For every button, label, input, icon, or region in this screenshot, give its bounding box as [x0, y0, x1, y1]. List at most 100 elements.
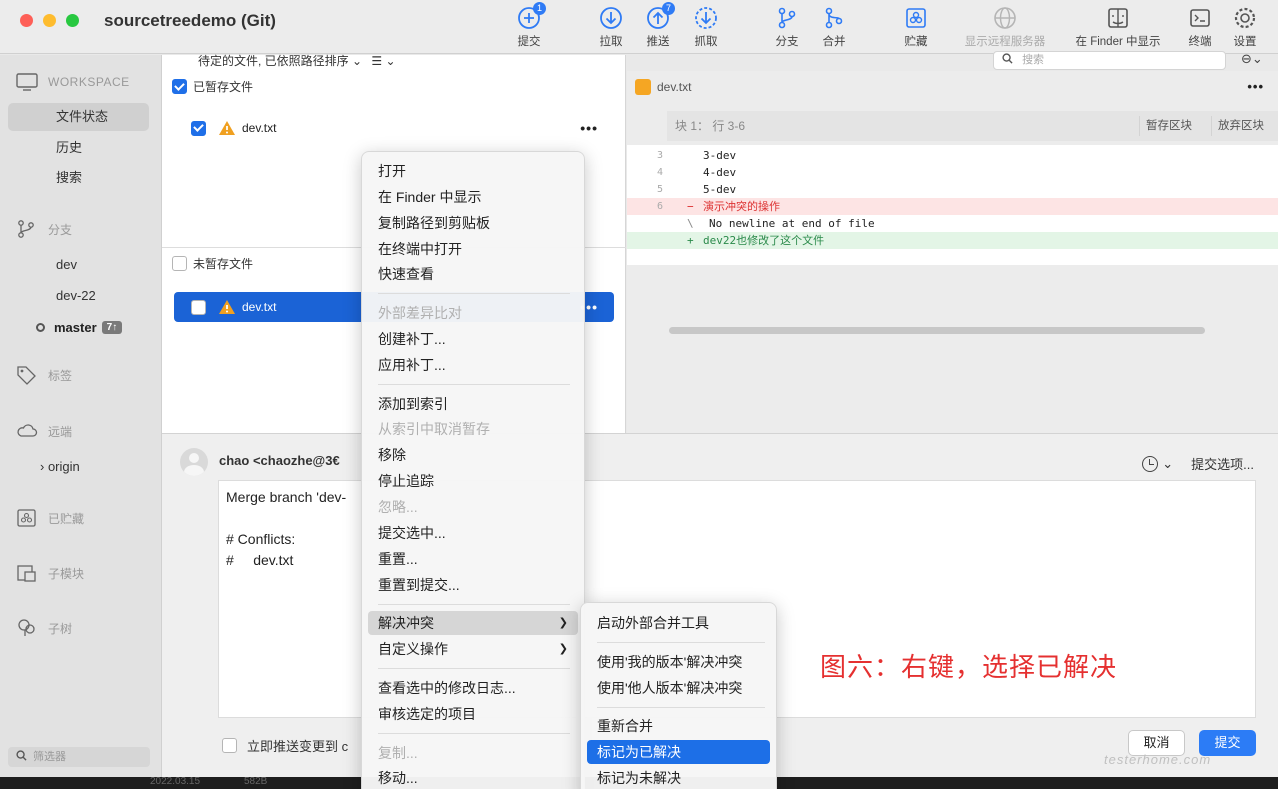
- line-marker: \: [687, 217, 694, 230]
- menu-item-open[interactable]: 打开: [368, 159, 578, 183]
- remotes-header[interactable]: 远端: [16, 419, 72, 443]
- menu-item-show-in-finder[interactable]: 在 Finder 中显示: [368, 185, 578, 209]
- subtrees-header[interactable]: 子树: [16, 616, 72, 640]
- menu-item-copy[interactable]: 复制...: [368, 741, 578, 765]
- fetch-icon: [695, 7, 717, 29]
- menu-item-quick-look[interactable]: 快速查看: [368, 262, 578, 286]
- more-icon[interactable]: •••: [580, 120, 598, 136]
- tags-header[interactable]: 标签: [16, 363, 72, 387]
- commit-author[interactable]: chao <chaozhe@3€: [219, 453, 340, 468]
- hunk-header: 块 1： 行 3-6 暂存区块 放弃区块: [667, 111, 1278, 141]
- history-clock-icon[interactable]: [1142, 455, 1159, 472]
- horizontal-scrollbar[interactable]: [669, 327, 1205, 334]
- staged-file-checkbox[interactable]: [191, 120, 206, 136]
- subtrees-label: 子树: [48, 621, 73, 636]
- submenu-item-mark-resolved[interactable]: 标记为已解决: [587, 740, 770, 764]
- tag-icon: [17, 366, 36, 385]
- sort-dropdown[interactable]: 待定的文件, 已依照路径排序 ⌄ ☰ ⌄: [162, 55, 626, 73]
- sidebar-filter-input[interactable]: 筛选器: [8, 747, 150, 767]
- stashes-header[interactable]: 已贮藏: [16, 506, 84, 530]
- branches-header[interactable]: 分支: [16, 217, 72, 241]
- stash-button[interactable]: 贮藏: [884, 2, 948, 52]
- commit-button[interactable]: 1 提交: [497, 2, 561, 52]
- list-view-icon[interactable]: ☰ ⌄: [371, 54, 395, 68]
- submenu-item-resolve-theirs[interactable]: 使用'他人版本'解决冲突: [587, 676, 770, 700]
- menu-item-custom-actions[interactable]: 自定义操作 ❯: [368, 637, 578, 661]
- menu-item-log-selected[interactable]: 查看选中的修改日志...: [368, 676, 578, 700]
- sidebar-item-history[interactable]: 历史: [8, 134, 149, 162]
- fetch-button[interactable]: 抓取: [674, 2, 738, 52]
- menu-item-remove[interactable]: 移除: [368, 443, 578, 467]
- menu-item-commit-selected[interactable]: 提交选中...: [368, 521, 578, 545]
- show-remote-button[interactable]: 显示远程服务器: [962, 2, 1048, 52]
- stage-hunk-button[interactable]: 暂存区块: [1139, 116, 1198, 136]
- staged-file-name: dev.txt: [242, 121, 277, 135]
- menu-item-reset[interactable]: 重置...: [368, 547, 578, 571]
- sidebar-item-search[interactable]: 搜索: [8, 164, 149, 192]
- menu-item-add-to-index[interactable]: 添加到索引: [368, 392, 578, 416]
- finder-icon: [1108, 8, 1128, 28]
- push-immediately-option[interactable]: 立即推送变更到 c: [222, 736, 348, 755]
- commit-label: 提交: [517, 36, 541, 48]
- unstaged-files-header[interactable]: 未暂存文件: [172, 255, 253, 272]
- search-input[interactable]: 搜索: [993, 51, 1226, 70]
- sidebar-item-file-status[interactable]: 文件状态: [8, 103, 149, 131]
- submodules-label: 子模块: [48, 566, 85, 581]
- merge-button[interactable]: 合并: [802, 2, 866, 52]
- menu-item-review-selected[interactable]: 审核选定的项目: [368, 702, 578, 726]
- minimize-window-button[interactable]: [43, 14, 56, 27]
- menu-item-apply-patch[interactable]: 应用补丁...: [368, 353, 578, 377]
- submenu-item-mark-unresolved[interactable]: 标记为未解决: [587, 766, 770, 789]
- close-window-button[interactable]: [20, 14, 33, 27]
- discard-hunk-button[interactable]: 放弃区块: [1211, 116, 1270, 136]
- view-options-icon[interactable]: ⊖⌄: [1241, 51, 1263, 67]
- submenu-item-resolve-mine[interactable]: 使用'我的版本'解决冲突: [587, 650, 770, 674]
- menu-item-move[interactable]: 移动...: [368, 766, 578, 789]
- commit-badge: 1: [533, 2, 546, 15]
- sidebar: WORKSPACE 文件状态 历史 搜索 分支 dev dev-22 maste…: [0, 55, 162, 789]
- line-marker: +: [687, 234, 694, 247]
- menu-item-reset-to-commit[interactable]: 重置到提交...: [368, 573, 578, 597]
- unstaged-select-all-checkbox[interactable]: [172, 256, 187, 271]
- unstaged-file-checkbox[interactable]: [191, 299, 206, 315]
- staged-file-row[interactable]: dev.txt •••: [174, 113, 614, 143]
- chevron-right-icon: ❯: [558, 643, 568, 655]
- merge-label: 合并: [822, 36, 846, 48]
- diff-file-header: dev.txt: [635, 79, 691, 95]
- menu-item-unstage[interactable]: 从索引中取消暂存: [368, 417, 578, 441]
- menu-item-create-patch[interactable]: 创建补丁...: [368, 327, 578, 351]
- staged-select-all-checkbox[interactable]: [172, 79, 187, 94]
- menu-item-stop-tracking[interactable]: 停止追踪: [368, 469, 578, 493]
- branch-item-master[interactable]: master 7↑: [36, 320, 123, 335]
- commit-options-label: 提交选项...: [1191, 457, 1254, 472]
- commit-options[interactable]: ⌄ 提交选项...: [1142, 454, 1254, 473]
- remotes-label: 远端: [48, 424, 73, 439]
- diff-line: 4 4-dev: [627, 164, 1278, 181]
- unstaged-file-name: dev.txt: [242, 300, 277, 314]
- search-placeholder: 搜索: [1022, 54, 1045, 66]
- menu-item-copy-path[interactable]: 复制路径到剪贴板: [368, 211, 578, 235]
- menu-separator: [378, 293, 570, 294]
- push-immediately-checkbox[interactable]: [222, 738, 237, 753]
- menu-item-ignore[interactable]: 忽略...: [368, 495, 578, 519]
- chevron-down-icon: ⌄: [352, 54, 366, 68]
- show-in-finder-button[interactable]: 在 Finder 中显示: [1068, 2, 1168, 52]
- line-number: 5: [656, 184, 663, 195]
- show-remote-label: 显示远程服务器: [964, 36, 1046, 48]
- menu-item-external-diff[interactable]: 外部差异比对: [368, 301, 578, 325]
- menu-item-resolve-conflicts[interactable]: 解决冲突 ❯: [368, 611, 578, 635]
- submenu-item-launch-merge-tool[interactable]: 启动外部合并工具: [587, 611, 770, 635]
- search-icon: [1002, 53, 1013, 64]
- submodules-header[interactable]: 子模块: [16, 561, 84, 585]
- branch-item-dev[interactable]: dev: [56, 257, 77, 272]
- remote-item-origin[interactable]: › origin: [40, 459, 80, 474]
- settings-button[interactable]: 设置: [1213, 2, 1277, 52]
- branch-item-dev-22[interactable]: dev-22: [56, 288, 96, 303]
- staged-files-header[interactable]: 已暂存文件: [172, 78, 253, 95]
- menu-item-open-in-terminal[interactable]: 在终端中打开: [368, 237, 578, 261]
- zoom-window-button[interactable]: [66, 14, 79, 27]
- more-icon[interactable]: •••: [1247, 79, 1264, 94]
- filter-placeholder: 筛选器: [33, 751, 66, 763]
- submenu-item-remerge[interactable]: 重新合并: [587, 714, 770, 738]
- diff-line: 5 5-dev: [627, 181, 1278, 198]
